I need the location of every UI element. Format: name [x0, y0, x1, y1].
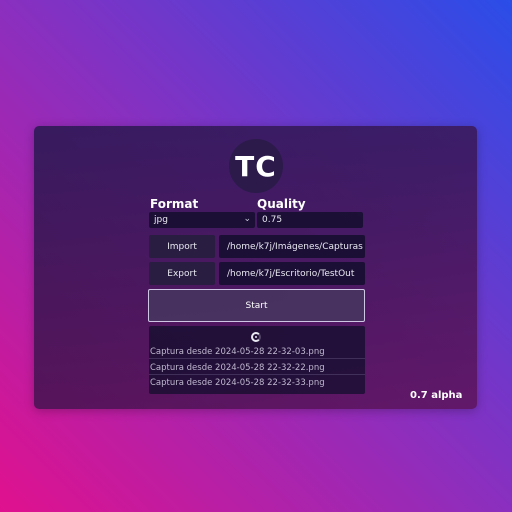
export-button[interactable]: Export: [149, 262, 215, 285]
chevron-down-icon: ⌄: [243, 214, 251, 224]
import-button[interactable]: Import: [149, 235, 215, 258]
avatar: TC: [229, 139, 283, 193]
version-label: 0.7 alpha: [410, 390, 463, 401]
format-label: Format: [150, 197, 199, 211]
quality-input-value: 0.75: [262, 215, 283, 225]
export-path-field[interactable]: /home/k7j/Escritorio/TestOut: [219, 262, 365, 285]
quality-input[interactable]: 0.75: [257, 212, 363, 228]
format-select-value: jpg: [154, 215, 168, 225]
log-item: Captura desde 2024-05-28 22-32-22.png: [149, 361, 365, 375]
log-item: Captura desde 2024-05-28 22-32-33.png: [150, 378, 325, 388]
log-item: Captura desde 2024-05-28 22-32-03.png: [149, 345, 365, 359]
quality-label: Quality: [257, 197, 306, 211]
format-select[interactable]: jpg ⌄: [149, 212, 255, 228]
loading-spinner-icon: [251, 332, 261, 342]
start-button[interactable]: Start: [148, 289, 365, 322]
import-path-field[interactable]: /home/k7j/Imágenes/Capturas ...: [219, 235, 365, 258]
